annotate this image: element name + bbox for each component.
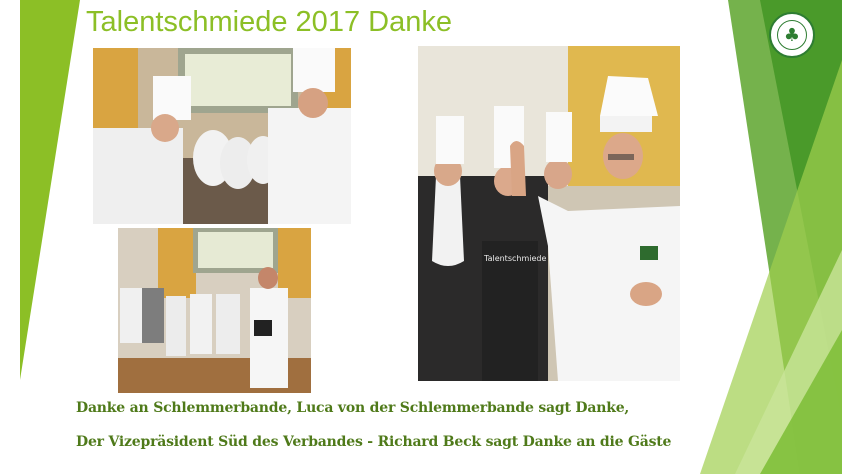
slide-caption-line-2: Der Vizepräsident Süd des Verbandes - Ri…: [76, 434, 672, 450]
chef-group-photo-icon: Talentschmiede: [418, 46, 680, 381]
slide-title: Talentschmiede 2017 Danke: [86, 6, 452, 38]
photo-vice-president-speech: Talentschmiede: [418, 46, 680, 381]
chef-group-photo-icon: [118, 228, 311, 393]
clover-seal-icon: ♣: [777, 20, 807, 50]
slide-caption-line-1: Danke an Schlemmerbande, Luca von der Sc…: [76, 400, 630, 416]
apron-text: Talentschmiede: [483, 254, 546, 263]
presentation-slide: Talentschmiede 2017 Danke ♣ Talentschmie…: [0, 0, 842, 474]
association-logo: ♣: [769, 12, 815, 58]
chef-group-photo-icon: [93, 48, 351, 224]
photo-chefs-group-room: [118, 228, 311, 393]
photo-chefs-certificate: [93, 48, 351, 224]
